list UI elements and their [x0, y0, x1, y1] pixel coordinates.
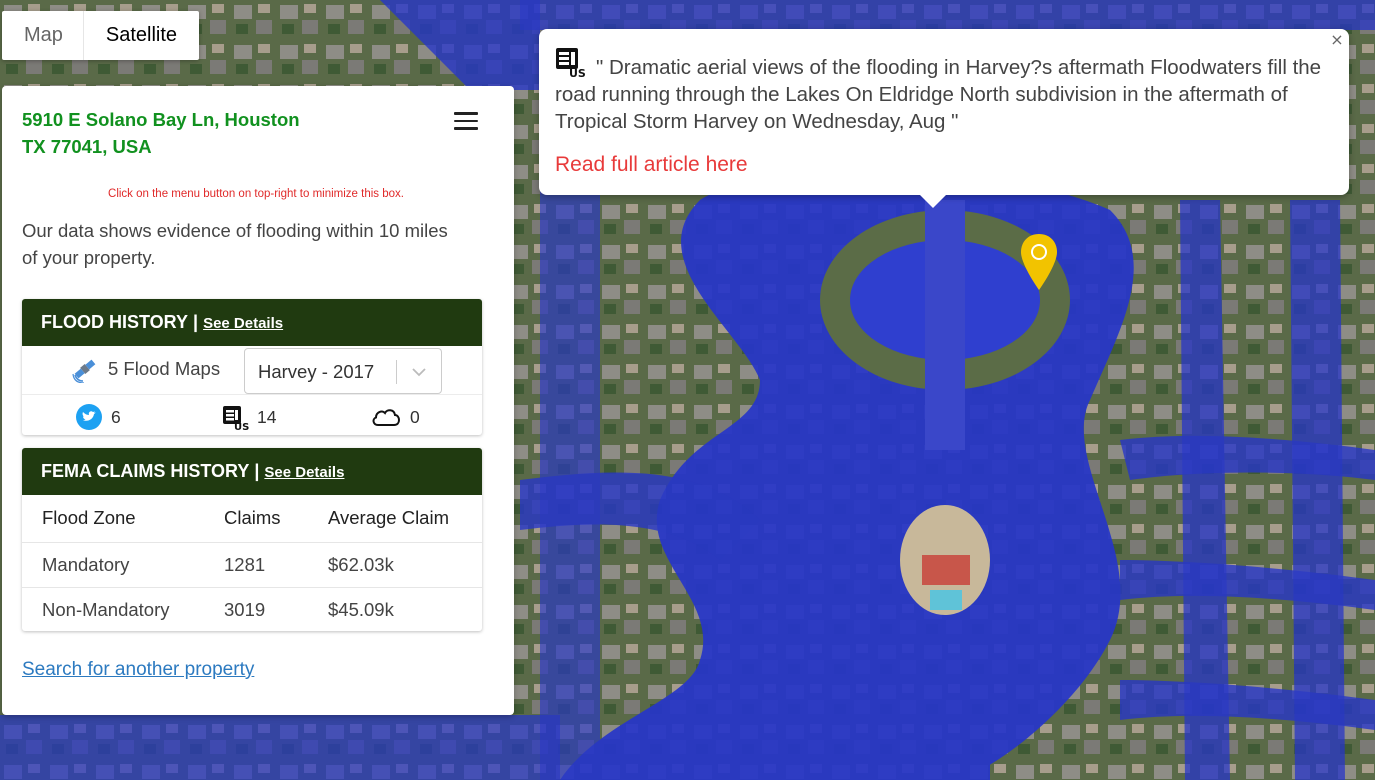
fema-claims-header: FEMA CLAIMS HISTORY | See Details [22, 448, 482, 495]
news-count: 14 [257, 406, 277, 427]
flood-history-title: FLOOD HISTORY [41, 312, 189, 332]
table-header-row: Flood Zone Claims Average Claim [22, 495, 482, 542]
news-stat[interactable]: US 14 [221, 403, 276, 431]
cloud-count: 0 [410, 406, 420, 427]
property-info-panel: 5910 E Solano Bay Ln, Houston TX 77041, … [2, 86, 514, 715]
header-separator: | [193, 312, 199, 332]
flood-history-see-details-link[interactable]: See Details [203, 315, 283, 332]
fema-see-details-link[interactable]: See Details [264, 464, 344, 481]
property-address: 5910 E Solano Bay Ln, Houston TX 77041, … [22, 106, 362, 160]
flood-zone-cell: Non-Mandatory [22, 586, 224, 632]
flood-maps-count: 5 Flood Maps [108, 358, 221, 379]
map-type-map-button[interactable]: Map [2, 11, 83, 60]
flood-map-select-value: Harvey - 2017 [258, 361, 375, 382]
satellite-icon [72, 359, 96, 383]
table-row: Mandatory 1281 $62.03k [22, 541, 482, 587]
flood-map-select[interactable]: Harvey - 2017 [244, 348, 442, 394]
close-icon[interactable]: × [1330, 32, 1344, 48]
location-pin-icon[interactable] [1019, 232, 1059, 292]
address-line-2: TX 77041, USA [22, 136, 152, 157]
claims-cell: 1281 [224, 541, 328, 587]
news-us-icon: US [223, 406, 249, 431]
map-type-toggle: Map Satellite [2, 11, 200, 60]
column-header-claims: Claims [224, 507, 281, 529]
flood-stats-row: 6 US 14 0 [22, 395, 482, 435]
address-line-1: 5910 E Solano Bay Ln, Houston [22, 109, 300, 130]
flood-history-card: FLOOD HISTORY | See Details 5 Flood Maps… [22, 299, 482, 435]
flood-evidence-text: Our data shows evidence of flooding with… [22, 220, 448, 268]
cloud-icon [372, 409, 400, 426]
article-excerpt: " Dramatic aerial views of the flooding … [555, 56, 1322, 133]
popup-pointer [919, 194, 947, 208]
header-separator: | [254, 461, 260, 481]
flood-zone-cell: Mandatory [22, 541, 224, 587]
column-header-average-claim: Average Claim [328, 507, 449, 529]
hamburger-menu-icon[interactable] [454, 112, 478, 130]
claims-cell: 3019 [224, 586, 328, 632]
flood-history-header: FLOOD HISTORY | See Details [22, 299, 482, 346]
flood-maps-row: 5 Flood Maps Harvey - 2017 [22, 346, 482, 395]
map-type-satellite-button[interactable]: Satellite [82, 11, 199, 60]
fema-claims-card: FEMA CLAIMS HISTORY | See Details Flood … [22, 448, 482, 632]
minimize-hint: Click on the menu button on top-right to… [108, 188, 404, 200]
chevron-down-icon[interactable] [411, 364, 427, 380]
fema-claims-table: Flood Zone Claims Average Claim Mandator… [22, 495, 482, 632]
select-divider [396, 360, 397, 384]
twitter-stat[interactable]: 6 [75, 403, 121, 431]
column-header-flood-zone: Flood Zone [42, 507, 136, 529]
average-claim-cell: $62.03k [328, 541, 482, 587]
svg-text:US: US [234, 422, 249, 431]
table-row: Non-Mandatory 3019 $45.09k [22, 586, 482, 632]
average-claim-cell: $45.09k [328, 586, 482, 632]
search-another-property-link[interactable]: Search for another property [22, 659, 254, 681]
cloud-stat[interactable]: 0 [370, 403, 420, 431]
fema-claims-title: FEMA CLAIMS HISTORY [41, 461, 250, 481]
read-full-article-link[interactable]: Read full article here [555, 153, 748, 177]
twitter-icon [76, 404, 102, 430]
twitter-count: 6 [111, 406, 121, 427]
